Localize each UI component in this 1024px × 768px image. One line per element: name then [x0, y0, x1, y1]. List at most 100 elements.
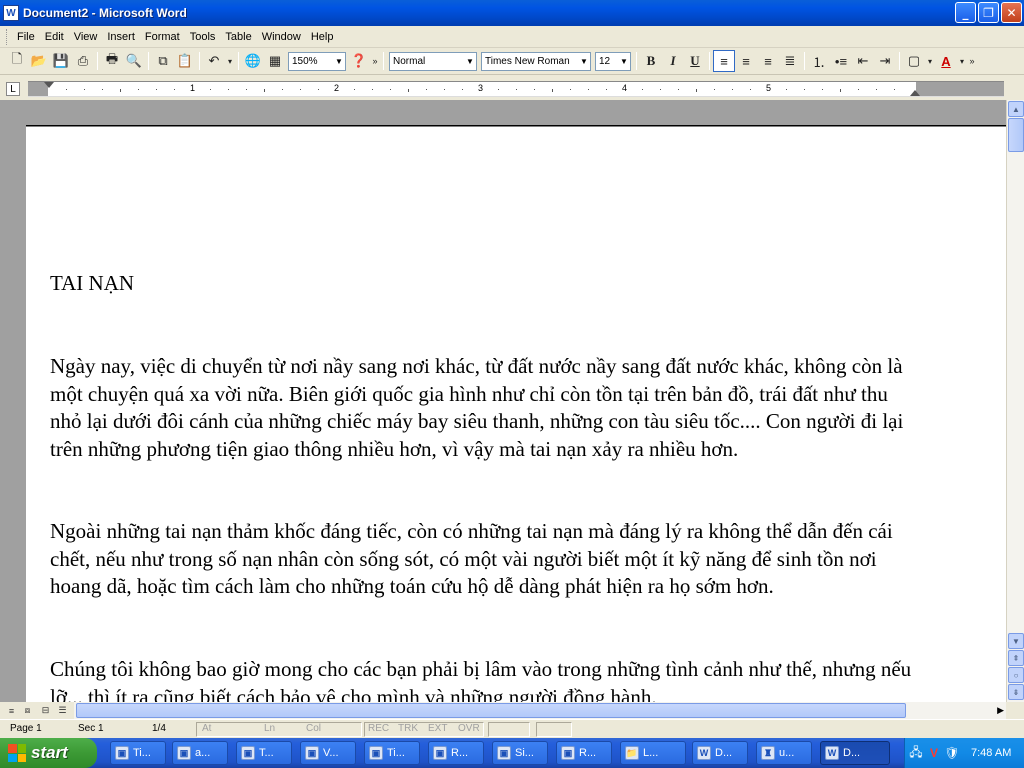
toolbar: 🗋 📂 💾 ⎙ 🖶 🔍 ⧉ 📋 ↶ ▾ 🌐 ▦ 150% ▼ ❓ » Normal…	[0, 48, 1024, 75]
scroll-right-icon[interactable]: ▶	[997, 705, 1004, 716]
taskbar-item[interactable]: ▣ a...	[172, 741, 228, 765]
zoom-select[interactable]: 150% ▼	[288, 51, 346, 71]
print-preview-icon[interactable]: 🔍	[123, 50, 145, 72]
toolbar-overflow-icon[interactable]: »	[370, 50, 380, 72]
align-center-icon[interactable]: ≡	[735, 50, 757, 72]
close-button[interactable]: ✕	[1001, 2, 1022, 23]
bullets-icon[interactable]: •≡	[830, 50, 852, 72]
paste-icon[interactable]: 📋	[174, 50, 196, 72]
menu-file[interactable]: File	[12, 29, 40, 45]
window-icon: ▣	[241, 746, 255, 760]
hyperlink-icon[interactable]: 🌐	[242, 50, 264, 72]
font-color-dropdown-icon[interactable]: ▾	[957, 50, 967, 72]
taskbar-item[interactable]: ▣ Ti...	[364, 741, 420, 765]
status-ext[interactable]: EXT	[428, 723, 447, 734]
taskbar-item[interactable]: ▣ R...	[556, 741, 612, 765]
undo-icon[interactable]: ↶	[203, 50, 225, 72]
align-right-icon[interactable]: ≡	[757, 50, 779, 72]
horizontal-scroll-thumb[interactable]	[76, 703, 906, 718]
start-button[interactable]: start	[0, 738, 97, 768]
antivirus-icon[interactable]: V	[927, 746, 941, 760]
shield-icon[interactable]: 🛡	[944, 746, 959, 760]
menu-window[interactable]: Window	[257, 29, 306, 45]
status-trk[interactable]: TRK	[398, 723, 418, 734]
horizontal-ruler[interactable]: 1 2 3 4 5	[28, 81, 1004, 97]
menu-help[interactable]: Help	[306, 29, 339, 45]
right-indent-marker[interactable]	[910, 90, 920, 96]
menu-tools[interactable]: Tools	[185, 29, 221, 45]
indent-marker[interactable]	[44, 82, 54, 88]
outline-view-icon[interactable]: ☰	[55, 703, 70, 718]
font-size-select[interactable]: 12 ▼	[595, 51, 631, 71]
paragraph-1[interactable]: Ngày nay, việc di chuyển từ nơi nầy sang…	[50, 353, 916, 463]
minimize-button[interactable]: _	[955, 2, 976, 23]
word-app-icon[interactable]: W	[3, 5, 19, 21]
decrease-indent-icon[interactable]: ⇤	[852, 50, 874, 72]
new-document-icon[interactable]: 🗋	[6, 50, 28, 72]
print-icon[interactable]: 🖶	[101, 50, 123, 72]
paragraph-3[interactable]: Chúng tôi không bao giờ mong cho các bạn…	[50, 656, 916, 702]
horizontal-scrollbar[interactable]: ▶	[74, 702, 1006, 719]
paragraph-2[interactable]: Ngoài những tai nạn thảm khốc đáng tiếc,…	[50, 518, 916, 601]
save-icon[interactable]: 💾	[50, 50, 72, 72]
taskbar-item[interactable]: ▣ Ti...	[110, 741, 166, 765]
menu-format[interactable]: Format	[140, 29, 185, 45]
taskbar-item[interactable]: ▣ T...	[236, 741, 292, 765]
borders-dropdown-icon[interactable]: ▾	[925, 50, 935, 72]
numbering-icon[interactable]: ⒈	[808, 50, 830, 72]
taskbar-item[interactable]: ▣ V...	[300, 741, 356, 765]
next-page-button[interactable]: ⇟	[1008, 684, 1024, 700]
bold-button[interactable]: B	[640, 50, 662, 72]
document-title[interactable]: TAI NẠN	[50, 271, 134, 296]
status-rec[interactable]: REC	[368, 723, 389, 734]
clock[interactable]: 7:48 AM	[971, 747, 1011, 759]
tables-borders-icon[interactable]: ▦	[264, 50, 286, 72]
document-page[interactable]: TAI NẠN Ngày nay, việc di chuyển từ nơi …	[26, 127, 1006, 702]
undo-dropdown-icon[interactable]: ▾	[225, 50, 235, 72]
taskbar-item[interactable]: 📁 L...	[620, 741, 686, 765]
copy-icon[interactable]: ⧉	[152, 50, 174, 72]
menu-grip[interactable]	[6, 28, 9, 45]
style-select[interactable]: Normal ▼	[389, 51, 477, 71]
taskbar-item[interactable]: ▣ Si...	[492, 741, 548, 765]
previous-page-button[interactable]: ⇞	[1008, 650, 1024, 666]
network-icon[interactable]: 🖧	[909, 745, 923, 760]
vertical-scroll-thumb[interactable]	[1008, 118, 1024, 152]
align-left-icon[interactable]: ≡	[713, 50, 735, 72]
taskbar-item[interactable]: W D...	[692, 741, 748, 765]
borders-icon[interactable]: ▢	[903, 50, 925, 72]
web-layout-view-icon[interactable]: ⧈	[20, 703, 35, 718]
scroll-up-button[interactable]: ▲	[1008, 101, 1024, 117]
increase-indent-icon[interactable]: ⇥	[874, 50, 896, 72]
chevron-down-icon: ▼	[580, 56, 588, 66]
underline-button[interactable]: U	[684, 50, 706, 72]
menu-view[interactable]: View	[69, 29, 103, 45]
scroll-down-button[interactable]: ▼	[1008, 633, 1024, 649]
status-ovr[interactable]: OVR	[458, 723, 480, 734]
print-layout-view-icon[interactable]: ⊟	[38, 703, 53, 718]
normal-view-icon[interactable]: ≡	[4, 703, 19, 718]
font-color-icon[interactable]: A	[935, 50, 957, 72]
window-icon: ▣	[115, 746, 129, 760]
horizontal-bar: ≡ ⧈ ⊟ ☰ ▶	[0, 702, 1024, 719]
taskbar-item-active[interactable]: W D...	[820, 741, 890, 765]
justify-icon[interactable]: ≣	[779, 50, 801, 72]
menu-table[interactable]: Table	[220, 29, 256, 45]
open-folder-icon[interactable]: 📂	[28, 50, 50, 72]
select-browse-object-button[interactable]: ○	[1008, 667, 1024, 683]
taskbar-item[interactable]: ♜ u...	[756, 741, 812, 765]
restore-button[interactable]: ❐	[978, 2, 999, 23]
tab-selector[interactable]: L	[6, 82, 20, 96]
ruler-number: 1	[190, 83, 196, 93]
vertical-scrollbar[interactable]: ▲ ▼ ⇞ ○ ⇟	[1006, 100, 1024, 702]
font-select[interactable]: Times New Roman ▼	[481, 51, 591, 71]
document-area[interactable]: TAI NẠN Ngày nay, việc di chuyển từ nơi …	[0, 100, 1006, 702]
ruler-number: 5	[766, 83, 772, 93]
taskbar-item[interactable]: ▣ R...	[428, 741, 484, 765]
italic-button[interactable]: I	[662, 50, 684, 72]
permission-icon[interactable]: ⎙	[72, 50, 94, 72]
help-icon[interactable]: ❓	[348, 50, 370, 72]
menu-insert[interactable]: Insert	[102, 29, 140, 45]
menu-edit[interactable]: Edit	[40, 29, 69, 45]
toolbar-overflow-icon[interactable]: »	[967, 50, 977, 72]
